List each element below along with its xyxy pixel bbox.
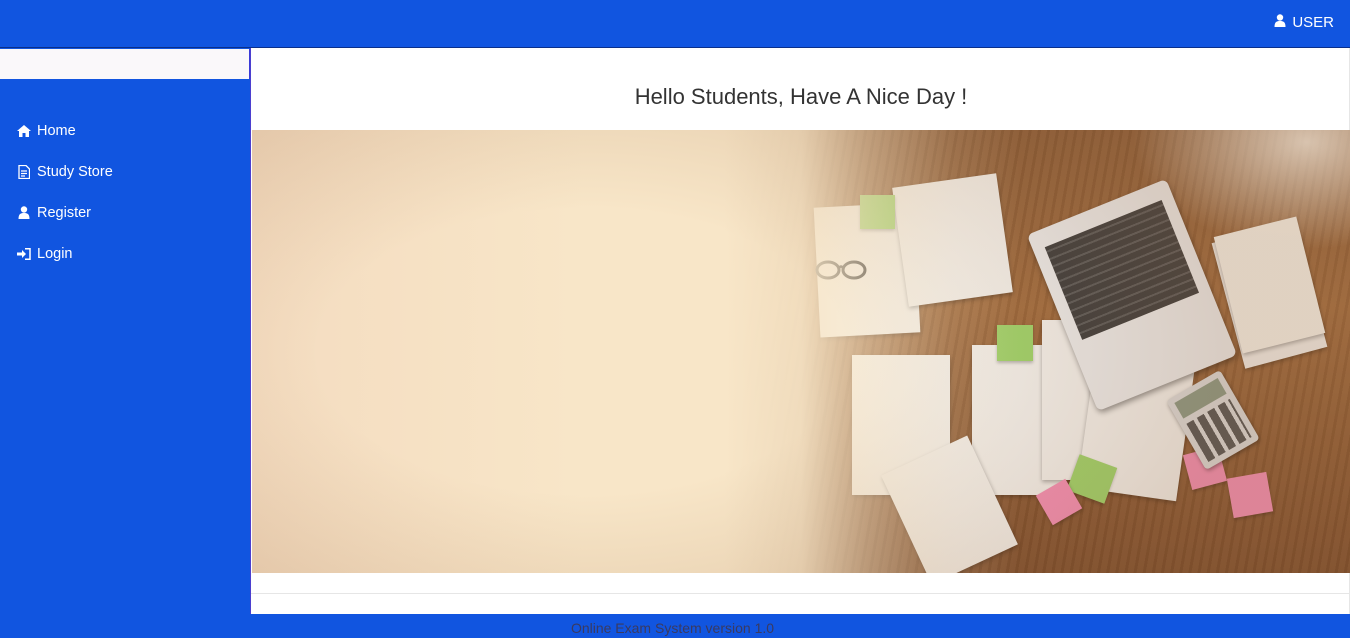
sidebar-item-study-store[interactable]: Study Store xyxy=(0,151,250,192)
sign-in-icon xyxy=(17,247,31,261)
document-icon xyxy=(17,164,31,179)
sidebar-item-login[interactable]: Login xyxy=(0,233,250,274)
sidebar: Home Study Store Register Login xyxy=(0,48,250,638)
hero-fade-overlay xyxy=(252,130,1350,573)
home-icon xyxy=(17,124,31,138)
sidebar-search-strip xyxy=(0,49,250,79)
sidebar-item-label: Register xyxy=(37,204,91,221)
content-divider xyxy=(251,593,1350,594)
sidebar-nav: Home Study Store Register Login xyxy=(0,110,250,274)
hero-banner-image xyxy=(252,130,1350,573)
page-greeting: Hello Students, Have A Nice Day ! xyxy=(634,84,968,109)
top-navbar: USER xyxy=(0,0,1350,48)
user-icon xyxy=(17,206,31,220)
sidebar-item-label: Login xyxy=(37,245,73,262)
sidebar-item-label: Home xyxy=(37,122,76,139)
user-icon xyxy=(1274,14,1286,31)
sidebar-item-home[interactable]: Home xyxy=(0,110,250,151)
footer: Online Exam System version 1.0 xyxy=(250,614,1350,638)
footer-version-text: Online Exam System version 1.0 xyxy=(570,620,775,636)
sidebar-item-register[interactable]: Register xyxy=(0,192,250,233)
user-label: USER xyxy=(1292,14,1334,31)
main-content: Hello Students, Have A Nice Day ! xyxy=(250,48,1350,614)
sidebar-item-label: Study Store xyxy=(37,163,113,180)
user-menu-link[interactable]: USER xyxy=(1274,14,1334,31)
